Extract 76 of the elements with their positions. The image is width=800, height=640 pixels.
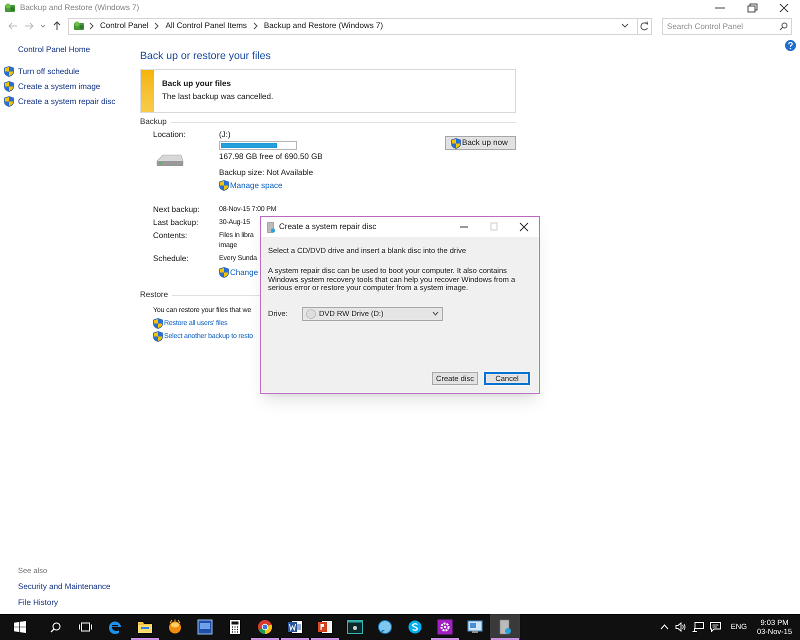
shield-icon xyxy=(153,331,163,342)
drive-letter: (J:) xyxy=(219,130,232,140)
see-also-link[interactable]: File History xyxy=(18,598,140,608)
disc-icon xyxy=(306,308,316,318)
control-panel-icon xyxy=(73,20,85,32)
dropdown-icon xyxy=(621,22,629,30)
browser-icon[interactable] xyxy=(107,619,123,635)
control-panel-icon xyxy=(4,2,16,14)
taskbar-app-button[interactable] xyxy=(490,614,520,640)
shield-icon xyxy=(4,96,14,107)
dropdown-icon xyxy=(432,311,439,316)
refresh-icon xyxy=(637,18,651,34)
gear-icon[interactable] xyxy=(437,619,453,635)
sidebar-task-link[interactable]: Turn off schedule xyxy=(18,66,80,76)
shield-icon xyxy=(219,180,229,191)
page-title: Back up or restore your files xyxy=(140,50,272,63)
chevron-icon xyxy=(89,22,94,30)
dialog-title: Create a system repair disc xyxy=(279,222,376,232)
round-browser-icon[interactable] xyxy=(257,619,273,635)
chat-bubble-icon[interactable] xyxy=(377,619,393,635)
task-view-icon xyxy=(78,622,92,632)
section-heading: Backup xyxy=(140,117,167,127)
shield-icon xyxy=(451,138,461,148)
address-field[interactable]: Control Panel All Control Panel Items Backup and Restore (Windows 7) xyxy=(68,18,652,34)
disc-drive-icon[interactable] xyxy=(497,619,513,635)
back-up-now-button[interactable]: Back up now xyxy=(445,136,516,150)
back-arrow-icon xyxy=(8,21,18,31)
cloud-chat-icon[interactable] xyxy=(407,619,423,635)
chevron-icon xyxy=(252,22,258,30)
field-label: Contents: xyxy=(153,231,188,242)
folder-icon[interactable] xyxy=(137,619,153,635)
chevron-icon xyxy=(154,22,160,30)
monitor-icon[interactable] xyxy=(467,619,483,635)
document-app-icon[interactable] xyxy=(287,619,303,635)
manage-space-link[interactable]: Manage space xyxy=(230,180,282,190)
section-heading: Restore xyxy=(140,290,168,300)
notification-icon xyxy=(710,622,721,632)
search-icon xyxy=(50,622,60,632)
sidebar-task-link[interactable]: Create a system image xyxy=(18,82,100,92)
shield-icon xyxy=(4,81,14,92)
notice-title: Back up your files xyxy=(162,79,232,89)
breadcrumb-item[interactable]: All Control Panel Items xyxy=(163,21,249,31)
control-panel-home-link[interactable]: Control Panel Home xyxy=(18,45,140,55)
warning-stripe xyxy=(141,70,154,112)
calculator-icon[interactable] xyxy=(227,619,243,635)
breadcrumb-item[interactable]: Backup and Restore (Windows 7) xyxy=(262,21,386,31)
field-label: Location: xyxy=(153,130,186,140)
disc-drive-icon xyxy=(267,222,275,232)
field-label: Last backup: xyxy=(153,218,200,228)
breadcrumb-item[interactable]: Control Panel xyxy=(98,21,150,31)
free-space-text: 167.98 GB free of 690.50 GB xyxy=(219,152,323,162)
up-arrow-icon xyxy=(52,21,62,31)
terminal-icon[interactable] xyxy=(347,619,363,635)
search-field[interactable]: Search Control Panel xyxy=(662,18,792,34)
chevron-up-icon xyxy=(660,624,669,630)
shield-icon xyxy=(153,318,163,329)
shield-icon xyxy=(4,66,14,77)
search-icon xyxy=(779,22,788,30)
network-icon xyxy=(692,622,704,632)
app-tile-icon[interactable] xyxy=(197,619,213,635)
presentation-app-icon[interactable] xyxy=(317,619,333,635)
forward-arrow-icon xyxy=(24,21,34,31)
field-label: Schedule: xyxy=(153,254,190,264)
shield-icon xyxy=(219,267,229,278)
sidebar-task-link[interactable]: Create a system repair disc xyxy=(18,96,116,106)
field-label: Next backup: xyxy=(153,205,201,215)
backup-size-text: Backup size: Not Available xyxy=(219,168,314,178)
windows-logo-icon xyxy=(14,621,26,633)
hard-drive-icon xyxy=(155,152,185,168)
speaker-icon xyxy=(674,622,686,632)
window-title: Backup and Restore (Windows 7) xyxy=(20,2,140,12)
notice-message: The last backup was cancelled. xyxy=(162,92,274,102)
help-icon xyxy=(785,40,796,51)
see-also-link[interactable]: Security and Maintenance xyxy=(18,582,140,592)
sphere-app-icon[interactable] xyxy=(167,619,183,635)
change-settings-link[interactable]: Change xyxy=(230,268,258,278)
